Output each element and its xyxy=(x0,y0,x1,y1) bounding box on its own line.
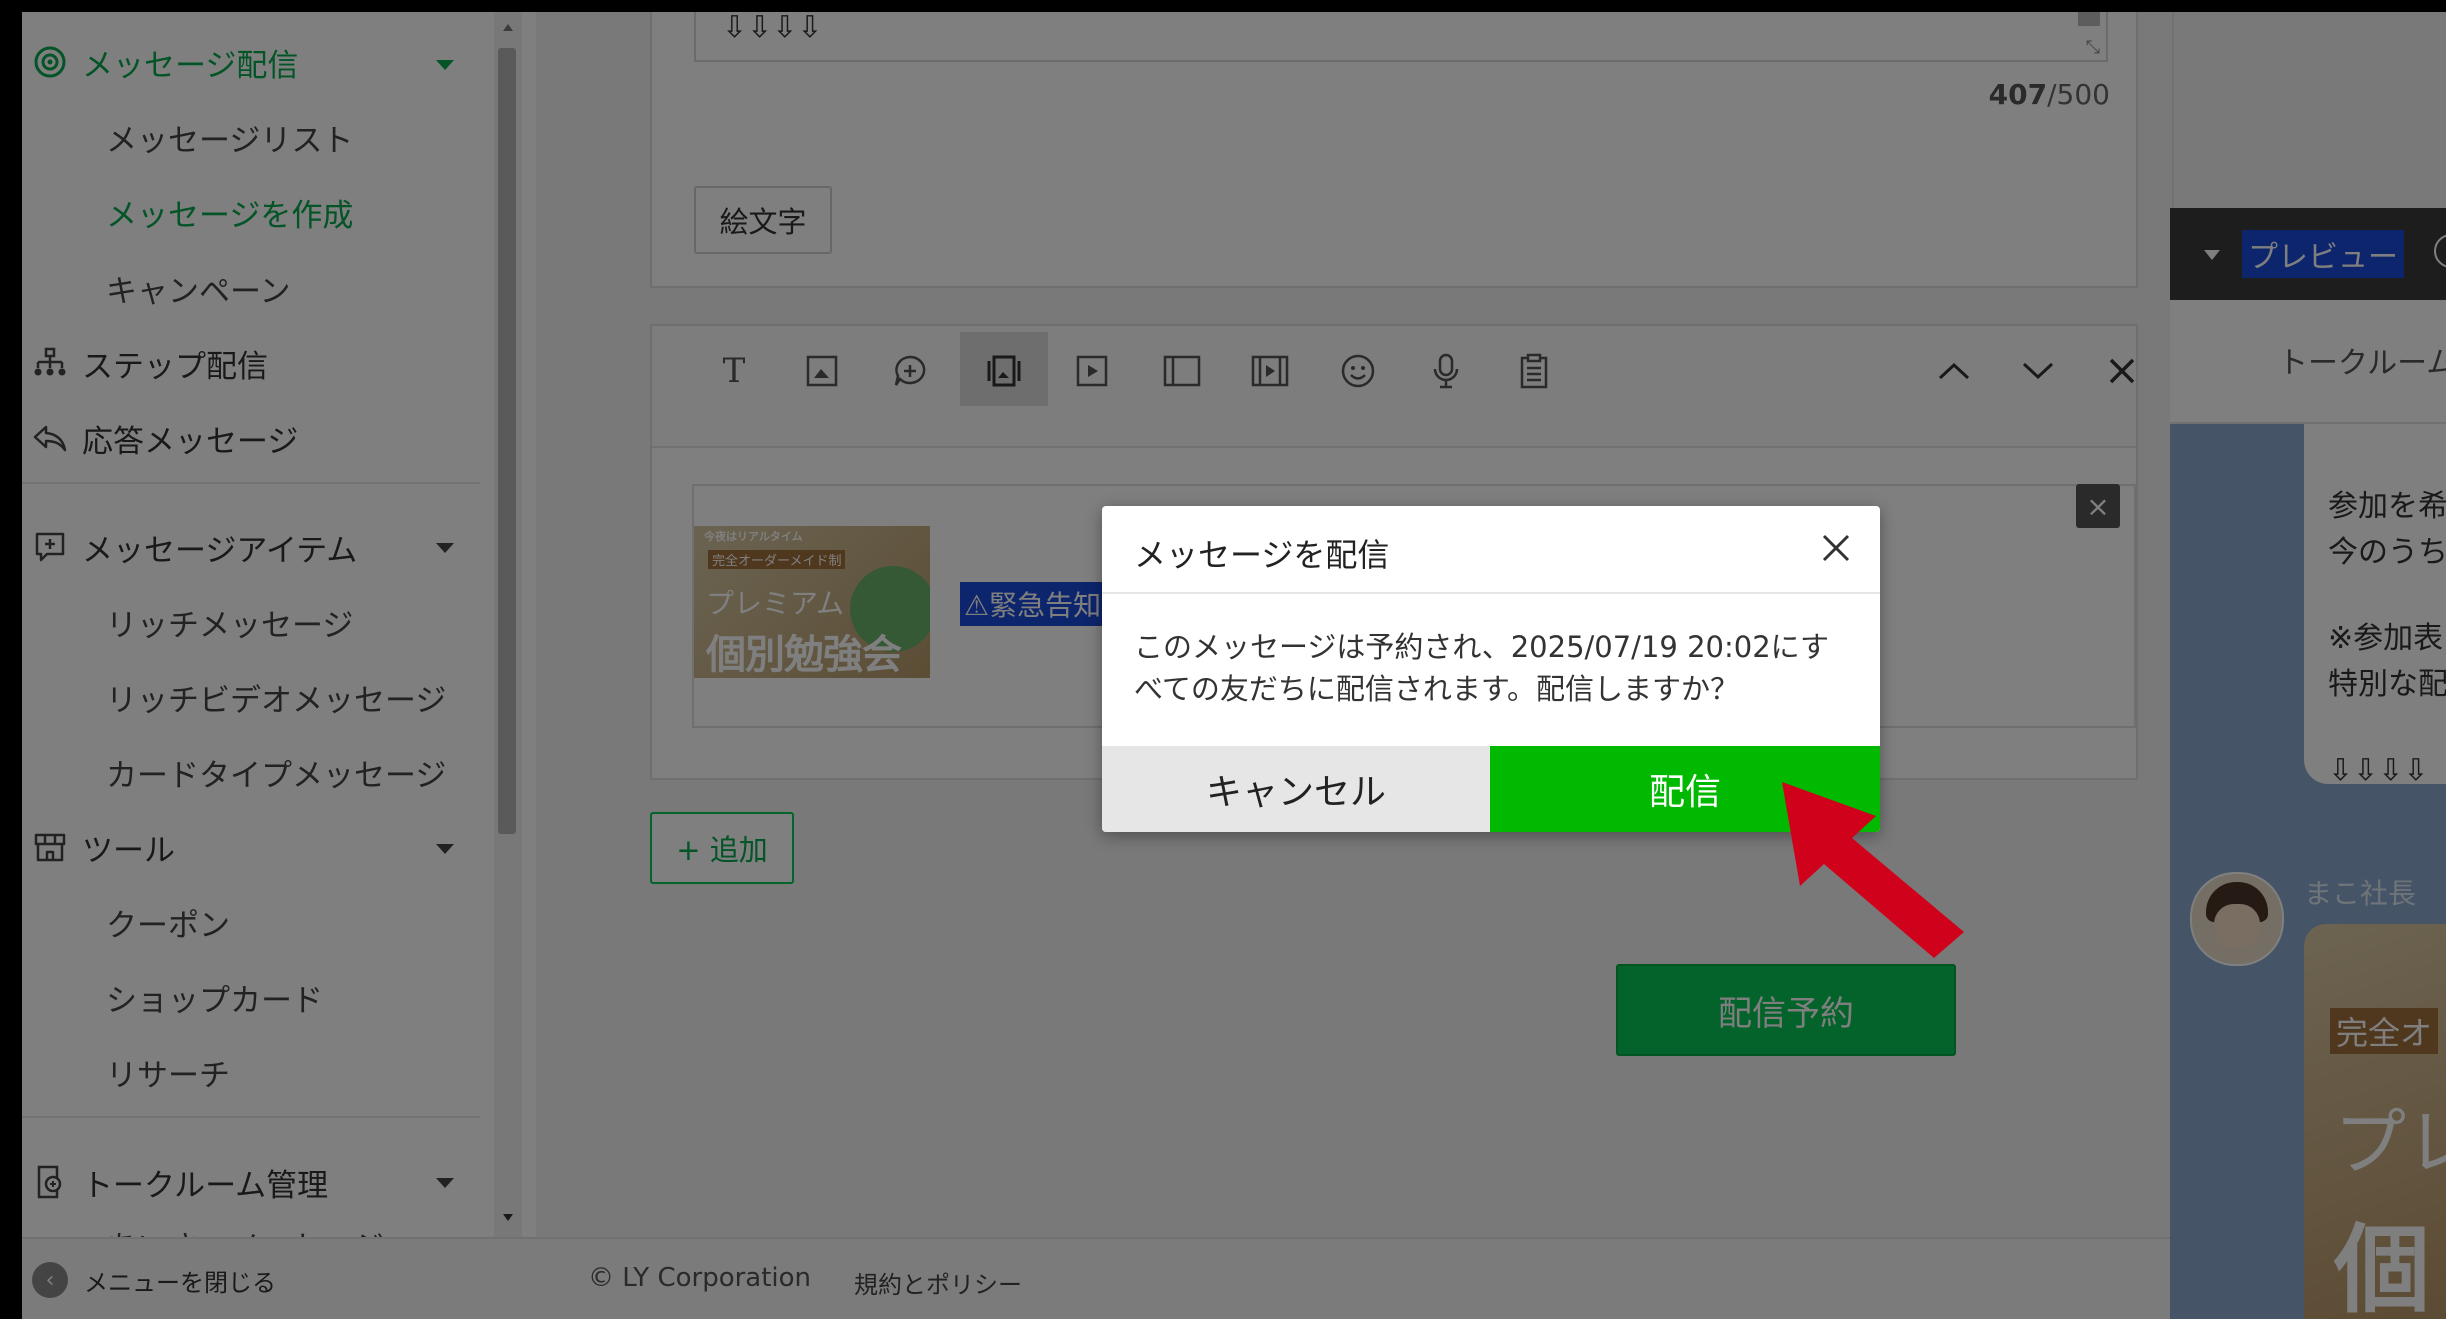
confirm-delivery-dialog: メッセージを配信 このメッセージは予約され、2025/07/19 20:02にす… xyxy=(1102,506,1880,832)
close-icon[interactable] xyxy=(1820,532,1852,568)
dialog-message: このメッセージは予約され、2025/07/19 20:02にす べての友だちに配… xyxy=(1134,630,1829,706)
red-arrow-annotation xyxy=(1782,782,1964,958)
screen: メッセージ配信 メッセージリスト メッセージを作成 キャンペーン ステップ配信 … xyxy=(22,12,2446,1319)
dialog-buttons: キャンセル 配信 xyxy=(1102,746,1880,832)
dialog-title: メッセージを配信 xyxy=(1134,536,1390,574)
cancel-button[interactable]: キャンセル xyxy=(1102,746,1490,832)
dialog-header: メッセージを配信 xyxy=(1102,506,1880,594)
